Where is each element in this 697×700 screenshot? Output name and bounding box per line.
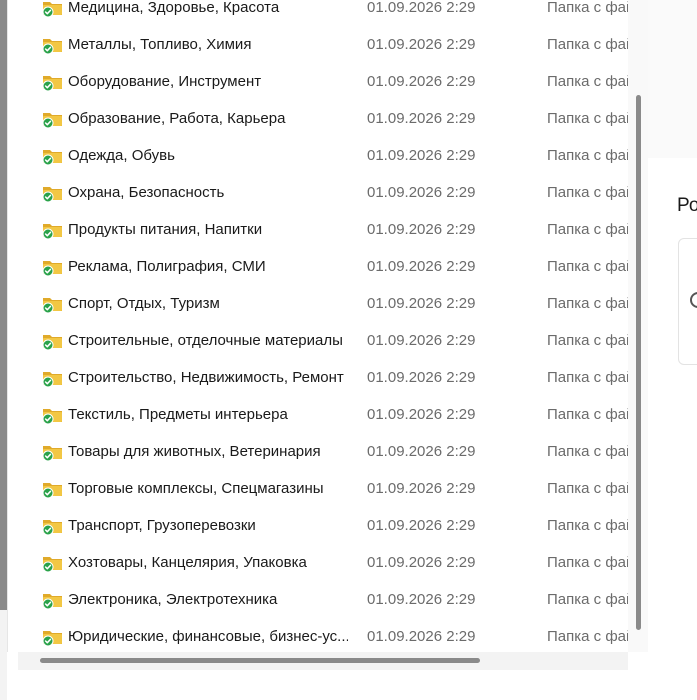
folder-icon bbox=[42, 294, 64, 314]
file-row[interactable]: Транспорт, Грузоперевозки 01.09.2026 2:29… bbox=[8, 507, 636, 544]
file-row[interactable]: Торговые комплексы, Спецмагазины 01.09.20… bbox=[8, 470, 636, 507]
file-type: Папка с фай bbox=[547, 332, 635, 349]
file-row[interactable]: Хозтовары, Канцелярия, Упаковка 01.09.202… bbox=[8, 544, 636, 581]
file-name: Строительство, Недвижимость, Ремонт bbox=[68, 369, 344, 386]
left-edge-blank bbox=[0, 610, 7, 700]
file-type: Папка с фай bbox=[547, 184, 635, 201]
file-name: Торговые комплексы, Спецмагазины bbox=[68, 480, 324, 497]
file-date-modified: 01.09.2026 2:29 bbox=[367, 443, 476, 460]
folder-icon bbox=[42, 0, 64, 18]
folder-icon bbox=[42, 405, 64, 425]
file-date-modified: 01.09.2026 2:29 bbox=[367, 221, 476, 238]
horizontal-scrollbar-thumb[interactable] bbox=[40, 658, 480, 663]
file-name: Текстиль, Предметы интерьера bbox=[68, 406, 288, 423]
left-edge-bar bbox=[0, 0, 7, 610]
folder-icon bbox=[42, 553, 64, 573]
file-type: Папка с фай bbox=[547, 36, 635, 53]
folder-icon bbox=[42, 368, 64, 388]
file-row[interactable]: Текстиль, Предметы интерьера 01.09.2026 2… bbox=[8, 396, 636, 433]
file-row[interactable]: Оборудование, Инструмент 01.09.2026 2:29 П… bbox=[8, 63, 636, 100]
folder-icon bbox=[42, 183, 64, 203]
file-row[interactable]: Юридические, финансовые, бизнес-ус... 01.… bbox=[8, 618, 636, 652]
file-type: Папка с фай bbox=[547, 517, 635, 534]
file-date-modified: 01.09.2026 2:29 bbox=[367, 480, 476, 497]
file-type: Папка с фай bbox=[547, 554, 635, 571]
file-date-modified: 01.09.2026 2:29 bbox=[367, 369, 476, 386]
file-date-modified: 01.09.2026 2:29 bbox=[367, 0, 476, 16]
file-date-modified: 01.09.2026 2:29 bbox=[367, 147, 476, 164]
file-date-modified: 01.09.2026 2:29 bbox=[367, 110, 476, 127]
file-date-modified: 01.09.2026 2:29 bbox=[367, 184, 476, 201]
file-name: Спорт, Отдых, Туризм bbox=[68, 295, 220, 312]
folder-icon bbox=[42, 479, 64, 499]
file-row[interactable]: Металлы, Топливо, Химия 01.09.2026 2:29 Па… bbox=[8, 26, 636, 63]
file-list: Медицина, Здоровье, Красота 01.09.2026 2:… bbox=[7, 0, 636, 652]
folder-icon bbox=[42, 72, 64, 92]
file-name: Оборудование, Инструмент bbox=[68, 73, 262, 90]
file-date-modified: 01.09.2026 2:29 bbox=[367, 554, 476, 571]
folder-icon bbox=[42, 220, 64, 240]
file-name: Металлы, Топливо, Химия bbox=[68, 36, 252, 53]
vertical-scrollbar-thumb[interactable] bbox=[636, 95, 641, 630]
file-date-modified: 01.09.2026 2:29 bbox=[367, 406, 476, 423]
file-name: Хозтовары, Канцелярия, Упаковка bbox=[68, 554, 307, 571]
file-date-modified: 01.09.2026 2:29 bbox=[367, 36, 476, 53]
file-date-modified: 01.09.2026 2:29 bbox=[367, 73, 476, 90]
folder-icon bbox=[42, 146, 64, 166]
file-type: Папка с фай bbox=[547, 480, 635, 497]
file-type: Папка с фай bbox=[547, 406, 635, 423]
file-date-modified: 01.09.2026 2:29 bbox=[367, 517, 476, 534]
file-row[interactable]: Реклама, Полиграфия, СМИ 01.09.2026 2:29 П… bbox=[8, 248, 636, 285]
file-name: Одежда, Обувь bbox=[68, 147, 175, 164]
folder-icon bbox=[42, 35, 64, 55]
file-date-modified: 01.09.2026 2:29 bbox=[367, 628, 476, 645]
file-type: Папка с фай bbox=[547, 221, 635, 238]
file-type: Папка с фай bbox=[547, 369, 635, 386]
file-row[interactable]: Строительные, отделочные материалы 01.09.… bbox=[8, 322, 636, 359]
file-row[interactable]: Охрана, Безопасность 01.09.2026 2:29 Папка… bbox=[8, 174, 636, 211]
folder-icon bbox=[42, 442, 64, 462]
file-type: Папка с фай bbox=[547, 443, 635, 460]
file-name: Образование, Работа, Карьера bbox=[68, 110, 286, 127]
file-row[interactable]: Продукты питания, Напитки 01.09.2026 2:29… bbox=[8, 211, 636, 248]
file-type: Папка с фай bbox=[547, 628, 635, 645]
file-name: Юридические, финансовые, бизнес-ус... bbox=[68, 628, 348, 645]
file-date-modified: 01.09.2026 2:29 bbox=[367, 591, 476, 608]
file-type: Папка с фай bbox=[547, 0, 635, 16]
folder-icon bbox=[42, 109, 64, 129]
file-row[interactable]: Одежда, Обувь 01.09.2026 2:29 Папка с фай bbox=[8, 137, 636, 174]
file-row[interactable]: Спорт, Отдых, Туризм 01.09.2026 2:29 Папка… bbox=[8, 285, 636, 322]
file-row[interactable]: Образование, Работа, Карьера 01.09.2026 2… bbox=[8, 100, 636, 137]
file-name: Транспорт, Грузоперевозки bbox=[68, 517, 256, 534]
file-date-modified: 01.09.2026 2:29 bbox=[367, 295, 476, 312]
file-name: Товары для животных, Ветеринария bbox=[68, 443, 321, 460]
file-type: Папка с фай bbox=[547, 110, 635, 127]
file-row[interactable]: Медицина, Здоровье, Красота 01.09.2026 2:… bbox=[8, 0, 636, 26]
file-name: Продукты питания, Напитки bbox=[68, 221, 263, 238]
folder-icon bbox=[42, 516, 64, 536]
details-pane-header bbox=[648, 0, 697, 158]
file-type: Папка с фай bbox=[547, 591, 635, 608]
file-row[interactable]: Товары для животных, Ветеринария 01.09.20… bbox=[8, 433, 636, 470]
file-type: Папка с фай bbox=[547, 73, 635, 90]
file-date-modified: 01.09.2026 2:29 bbox=[367, 258, 476, 275]
file-type: Папка с фай bbox=[547, 258, 635, 275]
file-type: Папка с фай bbox=[547, 147, 635, 164]
folder-icon bbox=[42, 257, 64, 277]
file-name: Реклама, Полиграфия, СМИ bbox=[68, 258, 266, 275]
file-row[interactable]: Электроника, Электротехника 01.09.2026 2:… bbox=[8, 581, 636, 618]
file-name: Электроника, Электротехника bbox=[68, 591, 278, 608]
folder-icon bbox=[42, 627, 64, 647]
file-name: Охрана, Безопасность bbox=[68, 184, 225, 201]
folder-icon bbox=[42, 331, 64, 351]
folder-icon bbox=[42, 590, 64, 610]
file-row[interactable]: Строительство, Недвижимость, Ремонт 01.09… bbox=[8, 359, 636, 396]
details-heading: Ро bbox=[677, 195, 697, 216]
file-name: Строительные, отделочные материалы bbox=[68, 332, 343, 349]
file-type: Папка с фай bbox=[547, 295, 635, 312]
file-date-modified: 01.09.2026 2:29 bbox=[367, 332, 476, 349]
file-name: Медицина, Здоровье, Красота bbox=[68, 0, 280, 16]
